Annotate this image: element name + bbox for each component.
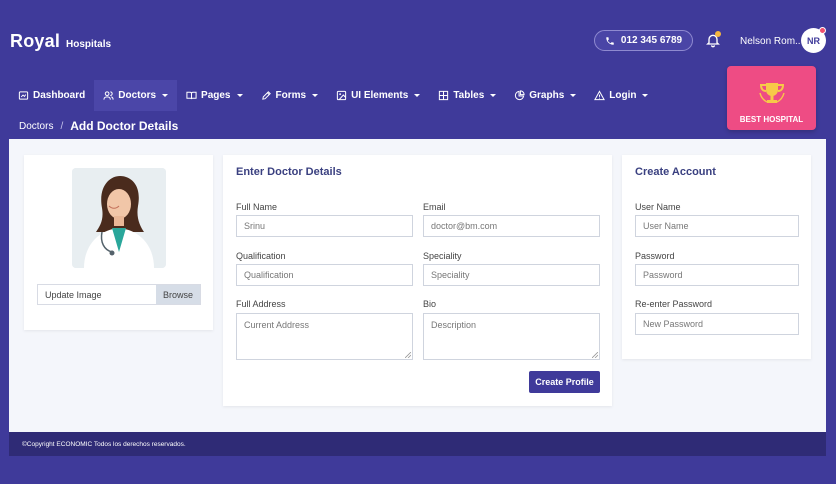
nav-doctors-label: Doctors — [118, 90, 157, 101]
nav-dashboard-label: Dashboard — [33, 90, 86, 101]
photo-card: Update Image Browse — [24, 155, 213, 330]
repassword-label: Re-enter Password — [635, 299, 713, 309]
page-title: Add Doctor Details — [70, 119, 179, 133]
breadcrumb: Doctors / Add Doctor Details — [19, 119, 178, 133]
main-content: Update Image Browse Enter Doctor Details… — [9, 139, 826, 432]
pencil-icon — [261, 91, 271, 100]
image-upload[interactable]: Update Image Browse — [37, 284, 201, 305]
book-icon — [186, 91, 197, 100]
avatar-status-dot — [819, 27, 826, 34]
bio-textarea[interactable]: Description — [423, 313, 600, 360]
warning-icon — [594, 90, 606, 101]
phone-icon — [606, 36, 614, 45]
nav-ui-elements-label: UI Elements — [351, 90, 409, 101]
brand-logo[interactable]: Royal Hospitals — [10, 31, 111, 52]
chevron-down-icon — [642, 94, 649, 97]
nav-doctors[interactable]: Doctors — [94, 80, 178, 111]
users-icon — [103, 91, 114, 100]
address-label: Full Address — [236, 299, 286, 309]
details-title: Enter Doctor Details — [236, 166, 342, 178]
address-textarea[interactable]: Current Address — [236, 313, 413, 360]
pie-chart-icon — [515, 90, 525, 101]
top-bar: Royal Hospitals 012 345 6789 Nelson Rom.… — [0, 0, 836, 80]
email-input[interactable]: doctor@bm.com — [423, 215, 600, 237]
qualification-input[interactable]: Qualification — [236, 264, 413, 286]
speciality-input[interactable]: Speciality — [423, 264, 600, 286]
phone-button[interactable]: 012 345 6789 — [594, 30, 693, 51]
breadcrumb-separator: / — [60, 120, 64, 132]
account-title: Create Account — [635, 166, 716, 178]
nav-ui-elements[interactable]: UI Elements — [327, 80, 429, 111]
create-account-card: Create Account User Name User Name Passw… — [622, 155, 811, 359]
grid-icon — [439, 90, 449, 101]
user-name[interactable]: Nelson Rom... — [740, 36, 803, 47]
best-hospital-label: BEST HOSPITAL — [739, 115, 804, 124]
resize-grip-icon[interactable] — [405, 352, 411, 358]
password-label: Password — [635, 251, 675, 261]
full-name-input[interactable]: Srinu — [236, 215, 413, 237]
phone-number: 012 345 6789 — [620, 35, 683, 46]
browse-button[interactable]: Browse — [156, 285, 200, 304]
chevron-down-icon — [312, 94, 319, 97]
password-input[interactable]: Password — [635, 264, 799, 286]
speciality-label: Speciality — [423, 251, 462, 261]
dashboard-icon — [18, 91, 29, 100]
best-hospital-badge: BEST HOSPITAL — [727, 66, 816, 130]
nav-login[interactable]: Login — [585, 80, 657, 111]
nav-tables[interactable]: Tables — [429, 80, 505, 111]
doctor-details-card: Enter Doctor Details Full Name Srinu Ema… — [223, 155, 612, 406]
trophy-icon — [758, 83, 785, 103]
address-placeholder: Current Address — [244, 320, 310, 330]
brand-sub: Hospitals — [66, 39, 112, 50]
chevron-down-icon — [236, 94, 243, 97]
full-name-label: Full Name — [236, 202, 278, 212]
qualification-label: Qualification — [236, 251, 286, 261]
nav-pages[interactable]: Pages — [177, 80, 251, 111]
bio-label: Bio — [423, 299, 437, 309]
copyright-text: ©Copyright ECONOMIC Todos los derechos r… — [22, 440, 186, 448]
chevron-down-icon — [490, 94, 497, 97]
nav-forms-label: Forms — [275, 90, 307, 101]
notification-dot — [715, 31, 721, 37]
doctor-photo — [72, 168, 166, 268]
nav-graphs-label: Graphs — [529, 90, 565, 101]
footer: ©Copyright ECONOMIC Todos los derechos r… — [9, 432, 826, 456]
nav-forms[interactable]: Forms — [252, 80, 328, 111]
nav-login-label: Login — [609, 90, 637, 101]
nav-graphs[interactable]: Graphs — [505, 80, 585, 111]
update-image-input[interactable]: Update Image — [38, 285, 156, 304]
create-profile-button[interactable]: Create Profile — [529, 371, 600, 393]
main-nav: Dashboard Doctors Pages Forms UI Element… — [9, 80, 826, 111]
resize-grip-icon[interactable] — [592, 352, 598, 358]
chevron-down-icon — [414, 94, 421, 97]
chevron-down-icon — [570, 94, 577, 97]
username-label: User Name — [635, 202, 681, 212]
nav-pages-label: Pages — [201, 90, 231, 101]
repassword-input[interactable]: New Password — [635, 313, 799, 335]
doctor-portrait-icon — [72, 168, 166, 268]
email-label: Email — [423, 202, 446, 212]
chevron-down-icon — [162, 94, 169, 97]
nav-dashboard[interactable]: Dashboard — [9, 80, 94, 111]
nav-tables-label: Tables — [453, 90, 485, 101]
image-icon — [336, 90, 347, 101]
breadcrumb-parent[interactable]: Doctors — [19, 121, 53, 132]
username-input[interactable]: User Name — [635, 215, 799, 237]
brand-name: Royal — [10, 31, 61, 51]
bio-placeholder: Description — [431, 320, 477, 330]
